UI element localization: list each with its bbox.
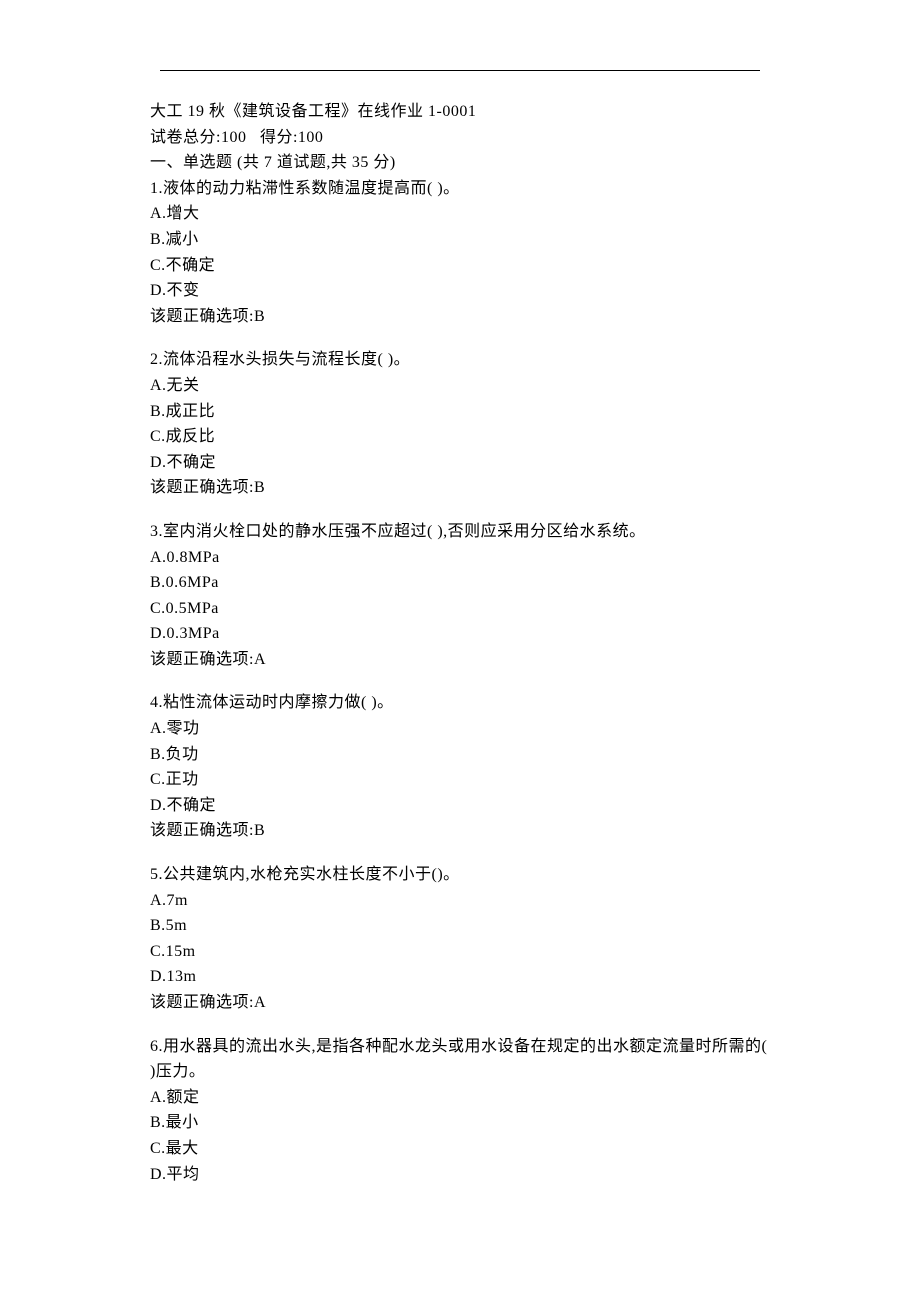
question-option: B.5m	[150, 913, 770, 939]
section-title: 一、单选题 (共 7 道试题,共 35 分)	[150, 150, 770, 176]
score-line: 试卷总分:100 得分:100	[150, 125, 770, 151]
question-option: D.不变	[150, 278, 770, 304]
question-option: A.0.8MPa	[150, 545, 770, 571]
question-block: 4.粘性流体运动时内摩擦力做( )。 A.零功 B.负功 C.正功 D.不确定 …	[150, 690, 770, 844]
exam-title: 大工 19 秋《建筑设备工程》在线作业 1-0001	[150, 99, 770, 125]
question-option: D.不确定	[150, 793, 770, 819]
question-stem: 1.液体的动力粘滞性系数随温度提高而( )。	[150, 176, 770, 202]
question-option: D.13m	[150, 964, 770, 990]
question-option: C.成反比	[150, 424, 770, 450]
question-option: B.最小	[150, 1110, 770, 1136]
question-option: A.零功	[150, 716, 770, 742]
question-stem: 5.公共建筑内,水枪充实水柱长度不小于()。	[150, 862, 770, 888]
question-stem: 6.用水器具的流出水头,是指各种配水龙头或用水设备在规定的出水额定流量时所需的(…	[150, 1034, 770, 1085]
question-option: C.0.5MPa	[150, 596, 770, 622]
question-option: D.不确定	[150, 450, 770, 476]
question-option: A.无关	[150, 373, 770, 399]
question-option: B.减小	[150, 227, 770, 253]
question-option: A.额定	[150, 1085, 770, 1111]
header-block: 大工 19 秋《建筑设备工程》在线作业 1-0001 试卷总分:100 得分:1…	[150, 99, 770, 329]
answer-line: 该题正确选项:A	[150, 647, 770, 673]
question-block: 2.流体沿程水头损失与流程长度( )。 A.无关 B.成正比 C.成反比 D.不…	[150, 347, 770, 501]
answer-line: 该题正确选项:A	[150, 990, 770, 1016]
question-stem: 4.粘性流体运动时内摩擦力做( )。	[150, 690, 770, 716]
answer-line: 该题正确选项:B	[150, 304, 770, 330]
question-option: B.成正比	[150, 399, 770, 425]
answer-line: 该题正确选项:B	[150, 818, 770, 844]
question-option: A.7m	[150, 888, 770, 914]
question-option: D.平均	[150, 1162, 770, 1188]
question-block: 6.用水器具的流出水头,是指各种配水龙头或用水设备在规定的出水额定流量时所需的(…	[150, 1034, 770, 1188]
document-page: 大工 19 秋《建筑设备工程》在线作业 1-0001 试卷总分:100 得分:1…	[0, 0, 920, 1302]
answer-line: 该题正确选项:B	[150, 475, 770, 501]
question-option: B.0.6MPa	[150, 570, 770, 596]
question-option: C.15m	[150, 939, 770, 965]
question-stem: 2.流体沿程水头损失与流程长度( )。	[150, 347, 770, 373]
question-block: 3.室内消火栓口处的静水压强不应超过( ),否则应采用分区给水系统。 A.0.8…	[150, 519, 770, 673]
question-option: B.负功	[150, 742, 770, 768]
question-option: C.不确定	[150, 253, 770, 279]
top-rule	[160, 70, 760, 71]
question-option: C.最大	[150, 1136, 770, 1162]
question-option: C.正功	[150, 767, 770, 793]
question-option: A.增大	[150, 201, 770, 227]
question-stem: 3.室内消火栓口处的静水压强不应超过( ),否则应采用分区给水系统。	[150, 519, 770, 545]
question-option: D.0.3MPa	[150, 621, 770, 647]
question-block: 5.公共建筑内,水枪充实水柱长度不小于()。 A.7m B.5m C.15m D…	[150, 862, 770, 1016]
